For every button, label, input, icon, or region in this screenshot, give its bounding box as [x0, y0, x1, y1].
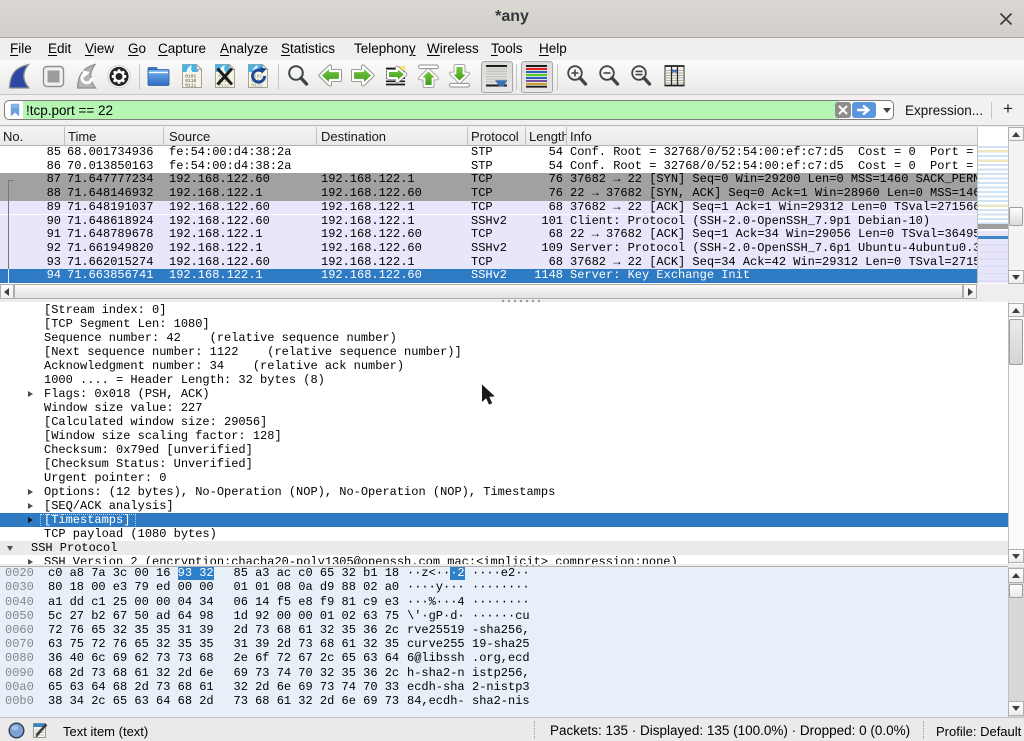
svg-text:0111: 0111	[185, 83, 196, 89]
svg-text:0111: 0111	[251, 83, 262, 89]
